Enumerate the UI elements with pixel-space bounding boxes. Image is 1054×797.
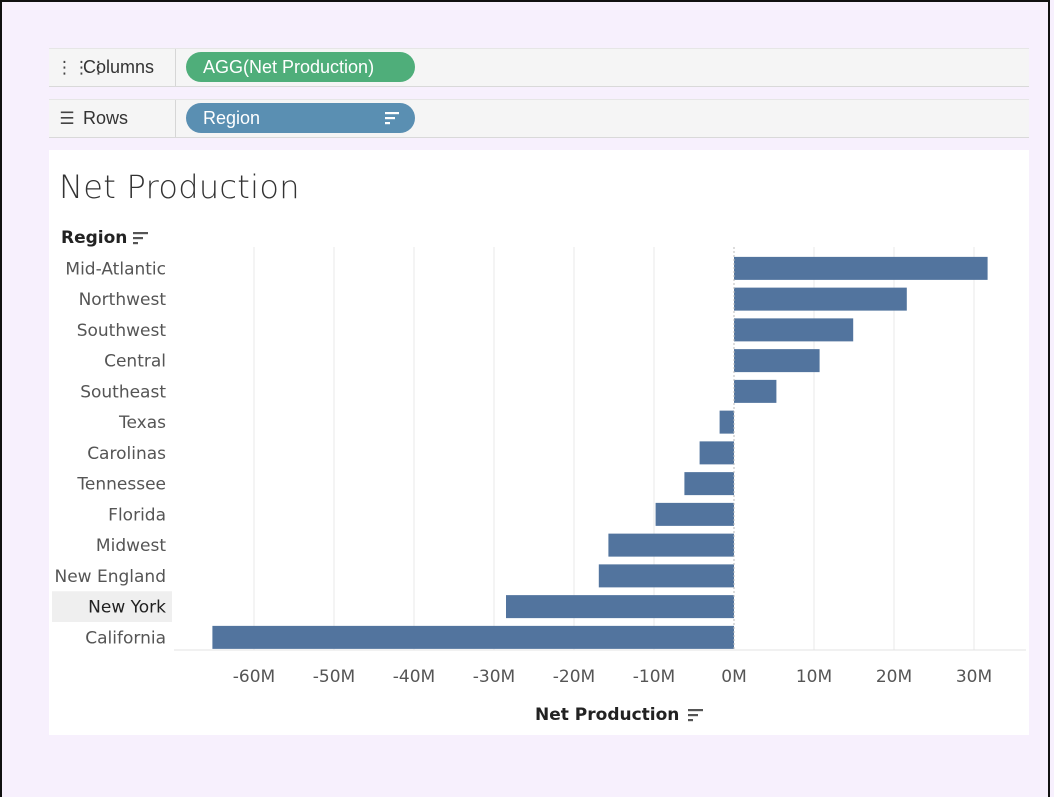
x-tick-label: -60M	[233, 667, 275, 687]
category-label[interactable]: Central	[104, 352, 166, 372]
x-tick-label: -50M	[313, 667, 355, 687]
bar[interactable]	[734, 256, 988, 280]
bar[interactable]	[734, 379, 777, 403]
bar[interactable]	[212, 625, 734, 649]
columns-shelf-label: ⋮⋮⋮ Columns	[49, 49, 176, 86]
x-tick-label: 20M	[876, 667, 912, 687]
category-label[interactable]: Midwest	[96, 536, 166, 556]
bar[interactable]	[608, 533, 734, 557]
net-production-pill[interactable]: AGG(Net Production)	[186, 52, 415, 82]
x-axis-title: Net Production	[535, 705, 680, 725]
category-label[interactable]: Southwest	[77, 321, 167, 341]
category-label[interactable]: New York	[88, 598, 166, 618]
region-pill-label: Region	[203, 107, 261, 128]
rows-shelf[interactable]: ☰ Rows Region	[49, 99, 1029, 138]
category-label[interactable]: Tennessee	[76, 475, 166, 495]
x-tick-label: 0M	[721, 667, 746, 687]
category-label[interactable]: Florida	[108, 505, 166, 525]
rows-icon: ☰	[59, 108, 75, 128]
x-axis-sort-icon[interactable]	[687, 707, 705, 723]
columns-label: Columns	[83, 57, 155, 77]
bar-chart: -60M -50M -40M -30M -20M -10M 0M 10M 20M 30M Mid-A…	[52, 247, 1026, 687]
x-axis-header[interactable]: Net Production	[535, 705, 705, 725]
category-label[interactable]: Northwest	[79, 290, 167, 310]
bar[interactable]	[655, 502, 734, 526]
rows-label: Rows	[83, 108, 129, 128]
bar[interactable]	[734, 287, 907, 311]
category-label[interactable]: New England	[55, 567, 167, 587]
x-tick-label: -40M	[393, 667, 435, 687]
bar[interactable]	[506, 595, 734, 619]
region-pill[interactable]: Region	[186, 103, 415, 133]
x-tick-label: -30M	[473, 667, 515, 687]
bar[interactable]	[734, 318, 854, 342]
bar[interactable]	[734, 349, 820, 373]
columns-shelf[interactable]: ⋮⋮⋮ Columns AGG(Net Production)	[49, 48, 1029, 87]
chart-area: Net Production Region -60M -50M -40M -30M -2…	[49, 150, 1029, 735]
rows-shelf-label: ☰ Rows	[49, 100, 176, 137]
bar[interactable]	[598, 564, 734, 588]
net-production-pill-label: AGG(Net Production)	[203, 56, 375, 77]
sort-descending-icon[interactable]	[384, 110, 400, 131]
columns-icon: ⋮⋮⋮	[56, 57, 107, 77]
x-tick-label: 30M	[956, 667, 992, 687]
bar[interactable]	[719, 410, 734, 434]
x-tick-label: -20M	[553, 667, 595, 687]
category-label[interactable]: Southeast	[80, 382, 166, 402]
category-label[interactable]: Texas	[118, 413, 166, 433]
category-label[interactable]: Mid-Atlantic	[65, 259, 166, 279]
category-label[interactable]: Carolinas	[87, 444, 166, 464]
bar[interactable]	[684, 472, 734, 496]
bar[interactable]	[699, 441, 734, 465]
x-tick-label: -10M	[633, 667, 675, 687]
category-label[interactable]: California	[85, 628, 166, 648]
x-tick-label: 10M	[796, 667, 832, 687]
